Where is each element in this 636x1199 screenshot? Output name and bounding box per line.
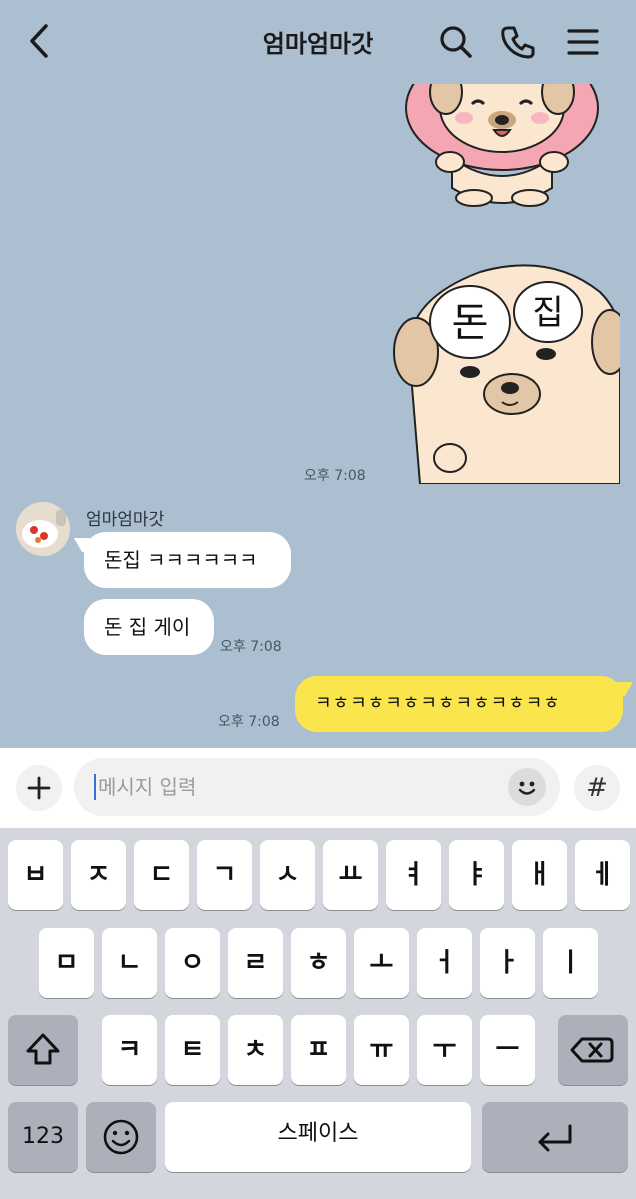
search-icon[interactable]	[434, 20, 478, 64]
sticker-text-right: 집	[532, 293, 563, 333]
plus-icon	[27, 776, 51, 800]
backspace-icon	[570, 1037, 614, 1063]
key-2[interactable]: ㅈ	[71, 840, 126, 910]
key-5[interactable]: ㅎ	[291, 928, 346, 998]
key-1[interactable]: ㅁ	[39, 928, 94, 998]
key-9[interactable]: ㅐ	[512, 840, 567, 910]
attach-plus-button[interactable]	[16, 765, 62, 811]
chat-header: 엄마엄마갓	[0, 0, 636, 84]
message-input-bar: 메시지 입력 #	[0, 748, 636, 828]
message-bubble[interactable]: 돈집 ㅋㅋㅋㅋㅋㅋ	[84, 532, 291, 588]
key-4[interactable]: ㄱ	[197, 840, 252, 910]
key-1[interactable]: ㅂ	[8, 840, 63, 910]
key-7[interactable]: ㅡ	[480, 1015, 535, 1085]
key-8[interactable]: ㅏ	[480, 928, 535, 998]
space-key[interactable]: 스페이스	[165, 1102, 471, 1172]
emoticon-button[interactable]	[508, 768, 546, 806]
key-3[interactable]: ㅊ	[228, 1015, 283, 1085]
backspace-key[interactable]	[558, 1015, 628, 1085]
return-key[interactable]	[482, 1102, 628, 1172]
key-6[interactable]: ㅗ	[354, 928, 409, 998]
timestamp: 오후 7:08	[220, 639, 282, 655]
text-caret	[94, 774, 96, 800]
numbers-key[interactable]: 123	[8, 1102, 78, 1172]
message-input-field[interactable]: 메시지 입력	[74, 758, 560, 816]
key-10[interactable]: ㅔ	[575, 840, 630, 910]
my-message-bubble[interactable]: ㅋㅎㅋㅎㅋㅎㅋㅎㅋㅎㅋㅎㅋㅎ	[295, 676, 623, 732]
avatar-image	[16, 502, 70, 556]
key-6[interactable]: ㅜ	[417, 1015, 472, 1085]
sticker-text-left: 돈	[452, 300, 489, 346]
shift-key[interactable]	[8, 1015, 78, 1085]
key-5[interactable]: ㅅ	[260, 840, 315, 910]
puppy-sticker-donjip[interactable]: 돈 집	[390, 262, 620, 484]
key-7[interactable]: ㅕ	[386, 840, 441, 910]
key-2[interactable]: ㄴ	[102, 928, 157, 998]
key-4[interactable]: ㄹ	[228, 928, 283, 998]
key-1[interactable]: ㅋ	[102, 1015, 157, 1085]
key-7[interactable]: ㅓ	[417, 928, 472, 998]
key-3[interactable]: ㄷ	[134, 840, 189, 910]
key-3[interactable]: ㅇ	[165, 928, 220, 998]
key-9[interactable]: ㅣ	[543, 928, 598, 998]
chat-title: 엄마엄마갓	[262, 30, 374, 58]
key-5[interactable]: ㅠ	[354, 1015, 409, 1085]
avatar[interactable]	[16, 502, 70, 556]
sender-name: 엄마엄마갓	[86, 510, 165, 530]
hashtag-button[interactable]: #	[574, 765, 620, 811]
timestamp: 오후 7:08	[218, 714, 280, 730]
emoji-key[interactable]	[86, 1102, 156, 1172]
key-8[interactable]: ㅑ	[449, 840, 504, 910]
emoji-face-icon	[103, 1119, 139, 1155]
smiley-icon	[518, 781, 536, 795]
shift-arrow-icon	[26, 1033, 60, 1065]
call-icon[interactable]	[496, 20, 540, 64]
menu-icon[interactable]	[561, 20, 605, 64]
timestamp: 오후 7:08	[304, 468, 366, 484]
key-6[interactable]: ㅛ	[323, 840, 378, 910]
key-2[interactable]: ㅌ	[165, 1015, 220, 1085]
key-4[interactable]: ㅍ	[291, 1015, 346, 1085]
chat-area: 돈 집 오후 7:08 엄마엄마갓 돈집 ㅋㅋㅋㅋㅋㅋ 돈 집 게이 오후 7:…	[0, 0, 636, 748]
message-input[interactable]: 메시지 입력	[98, 758, 196, 816]
message-bubble[interactable]: 돈 집 게이	[84, 599, 214, 655]
return-arrow-icon	[538, 1124, 572, 1152]
korean-keyboard: ㅂㅈㄷㄱㅅㅛㅕㅑㅐㅔ ㅁㄴㅇㄹㅎㅗㅓㅏㅣ ㅋㅌㅊㅍㅠㅜㅡ 123 스페이스	[0, 828, 636, 1199]
